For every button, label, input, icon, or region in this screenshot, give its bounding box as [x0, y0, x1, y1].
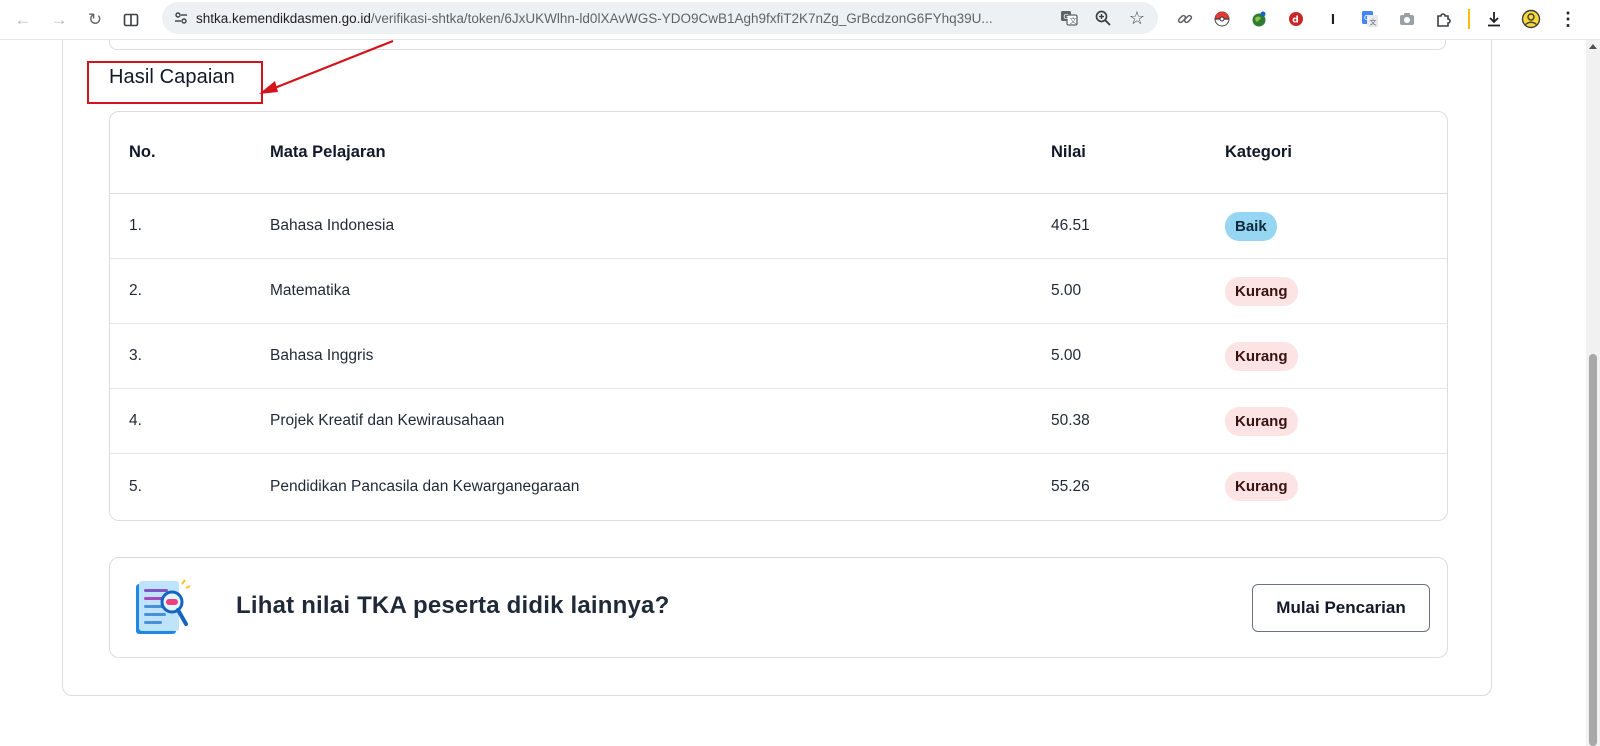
scroll-up-icon[interactable]	[1589, 44, 1597, 49]
download-icon[interactable]	[1479, 4, 1509, 34]
row-score: 5.00	[1051, 347, 1082, 364]
reload-icon[interactable]: ↻	[80, 5, 110, 35]
url-host: shtka.kemendikdasmen.go.id	[196, 10, 371, 26]
results-table: No. Mata Pelajaran Nilai Kategori 1. Bah…	[109, 111, 1448, 521]
category-badge: Kurang	[1225, 472, 1298, 501]
category-badge: Kurang	[1225, 341, 1298, 371]
page-viewport: Hasil Capaian No. Mata Pelajaran Nilai K…	[0, 40, 1586, 746]
row-score: 55.26	[1051, 477, 1090, 495]
browser-toolbar: ← → ↻ shtka.kemendikdasmen.go.id/verifik…	[0, 0, 1600, 40]
red-circle-extension-icon[interactable]: d	[1281, 4, 1311, 34]
profile-avatar-icon[interactable]	[1516, 4, 1546, 34]
forward-icon[interactable]: →	[44, 5, 74, 35]
table-row: 4. Projek Kreatif dan Kewirausahaan 50.3…	[110, 389, 1447, 454]
browser-menu-icon[interactable]: ⋮	[1553, 4, 1583, 34]
svg-text:文: 文	[1370, 18, 1377, 27]
bookmark-star-icon[interactable]: ☆	[1124, 5, 1150, 31]
svg-text:d: d	[1292, 16, 1298, 26]
row-no: 2.	[129, 282, 142, 299]
pokeball-extension-icon[interactable]	[1207, 4, 1237, 34]
header-no: No.	[129, 143, 156, 161]
row-no: 1.	[129, 217, 142, 234]
scrollbar-thumb[interactable]	[1589, 354, 1597, 746]
link-extension-icon[interactable]	[1170, 4, 1200, 34]
row-subject: Pendidikan Pancasila dan Kewarganegaraan	[270, 477, 580, 495]
row-subject: Bahasa Inggris	[270, 347, 374, 364]
back-icon[interactable]: ←	[8, 5, 38, 35]
split-view-icon[interactable]	[116, 5, 146, 35]
table-row: 5. Pendidikan Pancasila dan Kewarganegar…	[110, 454, 1447, 519]
section-title: Hasil Capaian	[109, 66, 235, 88]
cta-question: Lihat nilai TKA peserta didik lainnya?	[236, 592, 670, 619]
result-card: Hasil Capaian No. Mata Pelajaran Nilai K…	[62, 40, 1492, 696]
row-score: 46.51	[1051, 217, 1090, 234]
category-badge: Kurang	[1225, 276, 1298, 306]
header-subject: Mata Pelajaran	[270, 143, 386, 161]
row-no: 3.	[129, 347, 142, 364]
document-search-icon	[136, 579, 191, 634]
page-scrollbar[interactable]	[1586, 40, 1600, 746]
category-badge: Kurang	[1225, 406, 1298, 436]
row-no: 5.	[129, 477, 142, 495]
row-score: 50.38	[1051, 412, 1090, 429]
row-no: 4.	[129, 412, 142, 429]
svg-text:G: G	[1063, 13, 1068, 21]
address-bar[interactable]: shtka.kemendikdasmen.go.id/verifikasi-sh…	[162, 2, 1158, 34]
extensions-puzzle-icon[interactable]	[1429, 4, 1459, 34]
globe-extension-icon[interactable]	[1244, 4, 1274, 34]
start-search-button[interactable]: Mulai Pencarian	[1252, 584, 1430, 632]
svg-text:文: 文	[1070, 16, 1077, 25]
table-row: 2. Matematika 5.00 Kurang	[110, 259, 1447, 324]
row-subject: Bahasa Indonesia	[270, 217, 395, 234]
search-cta-card: Lihat nilai TKA peserta didik lainnya? M…	[109, 557, 1448, 658]
zoom-icon[interactable]	[1090, 5, 1116, 31]
row-subject: Matematika	[270, 282, 351, 299]
table-header-row: No. Mata Pelajaran Nilai Kategori	[110, 112, 1447, 194]
category-badge: Baik	[1225, 211, 1277, 241]
header-category: Kategori	[1225, 143, 1292, 161]
translate-icon[interactable]: G文	[1056, 5, 1082, 31]
row-subject: Projek Kreatif dan Kewirausahaan	[270, 412, 505, 429]
site-info-icon[interactable]	[166, 3, 196, 33]
url-text[interactable]: shtka.kemendikdasmen.go.id/verifikasi-sh…	[196, 11, 1046, 26]
table-row: 3. Bahasa Inggris 5.00 Kurang	[110, 324, 1447, 389]
header-score: Nilai	[1051, 143, 1086, 161]
annotation-arrow	[259, 40, 394, 94]
toolbar-separator	[1468, 9, 1470, 29]
row-score: 5.00	[1051, 282, 1082, 299]
url-path: /verifikasi-shtka/token/6JxUKWlhn-ld0lXA…	[370, 10, 993, 26]
camera-extension-icon[interactable]	[1392, 4, 1422, 34]
table-row: 1. Bahasa Indonesia 46.51 Baik	[110, 194, 1447, 259]
text-cursor-extension-icon[interactable]: I	[1318, 4, 1348, 34]
google-translate-extension-icon[interactable]: G文	[1355, 4, 1385, 34]
